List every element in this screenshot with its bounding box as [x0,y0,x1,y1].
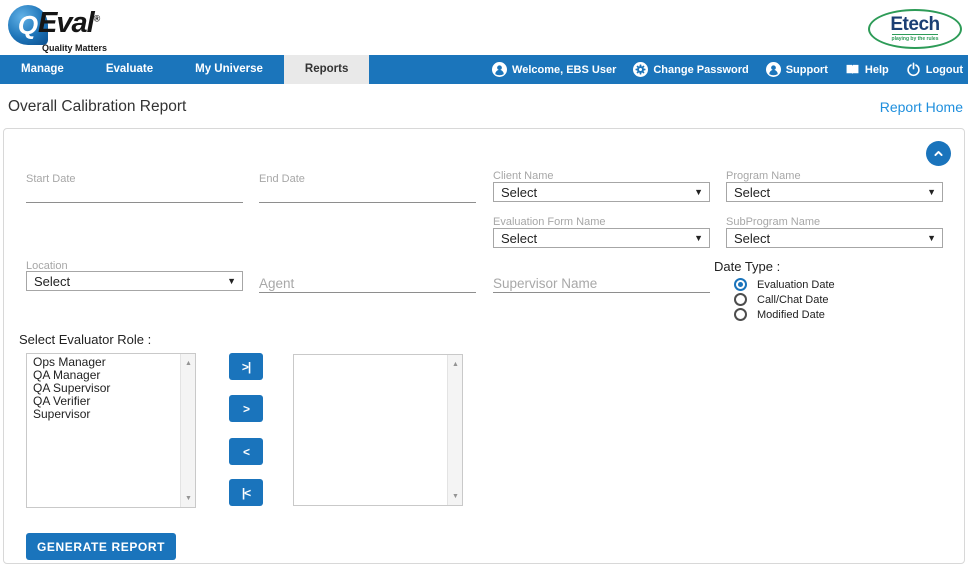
subprogram-name-value: Select [734,230,771,246]
welcome-user-label: Welcome, EBS User [512,63,617,76]
change-password-link[interactable]: Change Password [633,62,749,77]
registered-mark: ® [93,13,101,24]
etech-tagline: playing by the rules [891,34,939,42]
evaluation-form-name-select[interactable]: Select ▼ [493,228,710,248]
scroll-down-icon[interactable]: ▼ [448,489,462,503]
program-name-label: Program Name [726,170,801,182]
evaluation-form-name-value: Select [501,230,538,246]
help-link[interactable]: Help [845,62,889,77]
list-item[interactable]: Supervisor [27,408,180,421]
start-date-input[interactable] [26,185,243,203]
program-name-value: Select [734,184,771,200]
client-name-label: Client Name [493,170,554,182]
move-all-left-button[interactable]: |< [229,479,263,506]
report-home-link[interactable]: Report Home [880,99,963,115]
support-link[interactable]: Support [765,62,828,77]
listbox-scrollbar[interactable]: ▲ ▼ [447,355,462,505]
start-date-label: Start Date [26,173,76,185]
logout-link[interactable]: Logout [906,62,963,77]
radio-call-chat-date-label: Call/Chat Date [757,293,829,306]
location-select[interactable]: Select ▼ [26,271,243,291]
evaluation-form-name-label: Evaluation Form Name [493,216,606,228]
client-name-select[interactable]: Select ▼ [493,182,710,202]
scroll-up-icon[interactable]: ▲ [181,356,195,370]
main-nav: Manage Evaluate My Universe Reports Welc… [0,55,968,84]
app-screen: Q Eval® Quality Matters Etech playing by… [0,0,968,571]
radio-button[interactable] [734,293,747,306]
listbox-scrollbar[interactable]: ▲ ▼ [180,354,195,507]
subprogram-name-select[interactable]: Select ▼ [726,228,943,248]
support-label: Support [785,63,828,76]
user-circle-icon [492,62,508,77]
welcome-user-link[interactable]: Welcome, EBS User [492,62,616,77]
dropdown-arrow-icon: ▼ [927,187,936,197]
qeval-word-text: Eval [38,7,95,39]
end-date-input[interactable] [259,185,476,203]
dropdown-arrow-icon: ▼ [227,276,236,286]
scroll-up-icon[interactable]: ▲ [448,357,462,371]
help-label: Help [864,63,889,76]
evaluator-role-available-listbox[interactable]: Ops Manager QA Manager QA Supervisor QA … [26,353,196,508]
power-icon [906,62,921,77]
radio-evaluation-date[interactable]: Evaluation Date [734,278,835,291]
radio-evaluation-date-label: Evaluation Date [757,278,835,291]
location-value: Select [34,273,71,289]
supervisor-name-input[interactable] [493,275,710,293]
client-name-value: Select [501,184,538,200]
nav-right: Welcome, EBS User Change Password Suppor… [475,55,968,84]
subprogram-name-label: SubProgram Name [726,216,821,228]
nav-tab-reports[interactable]: Reports [283,55,370,84]
scroll-down-icon[interactable]: ▼ [181,491,195,505]
etech-logo: Etech playing by the rules [868,9,962,49]
dropdown-arrow-icon: ▼ [694,233,703,243]
radio-button-selected[interactable] [734,278,747,291]
qeval-logo: Q Eval® Quality Matters [8,3,158,53]
nav-tab-manage[interactable]: Manage [0,55,85,84]
collapse-panel-button[interactable] [926,141,951,166]
gear-icon [633,62,649,77]
chevron-up-icon [931,146,946,161]
header: Q Eval® Quality Matters Etech playing by… [0,0,968,55]
move-all-right-button[interactable]: >| [229,353,263,380]
agent-input[interactable] [259,275,476,293]
date-type-label: Date Type : [714,259,781,274]
etech-logo-text: Etech [890,14,940,35]
radio-call-chat-date[interactable]: Call/Chat Date [734,293,829,306]
radio-modified-date[interactable]: Modified Date [734,308,825,321]
logout-label: Logout [925,63,963,76]
nav-tab-evaluate[interactable]: Evaluate [85,55,174,84]
nav-tab-my-universe[interactable]: My Universe [174,55,284,84]
book-icon [845,62,860,77]
move-left-button[interactable]: < [229,438,263,465]
move-right-button[interactable]: > [229,395,263,422]
evaluator-role-selected-listbox[interactable]: ▲ ▼ [293,354,463,506]
nav-tabs: Manage Evaluate My Universe Reports [0,55,370,84]
radio-modified-date-label: Modified Date [757,308,825,321]
select-evaluator-role-label: Select Evaluator Role : [19,332,152,347]
radio-button[interactable] [734,308,747,321]
dropdown-arrow-icon: ▼ [927,233,936,243]
filter-panel: Start Date End Date Client Name Select ▼… [3,128,965,564]
change-password-label: Change Password [653,63,749,76]
page-title: Overall Calibration Report [8,98,187,115]
dropdown-arrow-icon: ▼ [694,187,703,197]
generate-report-button[interactable]: GENERATE REPORT [26,533,176,560]
support-user-icon [765,62,781,77]
program-name-select[interactable]: Select ▼ [726,182,943,202]
available-roles-list: Ops Manager QA Manager QA Supervisor QA … [27,356,180,421]
end-date-label: End Date [259,173,305,185]
qeval-logo-text: Eval® [38,7,101,40]
qeval-tagline: Quality Matters [42,43,108,53]
